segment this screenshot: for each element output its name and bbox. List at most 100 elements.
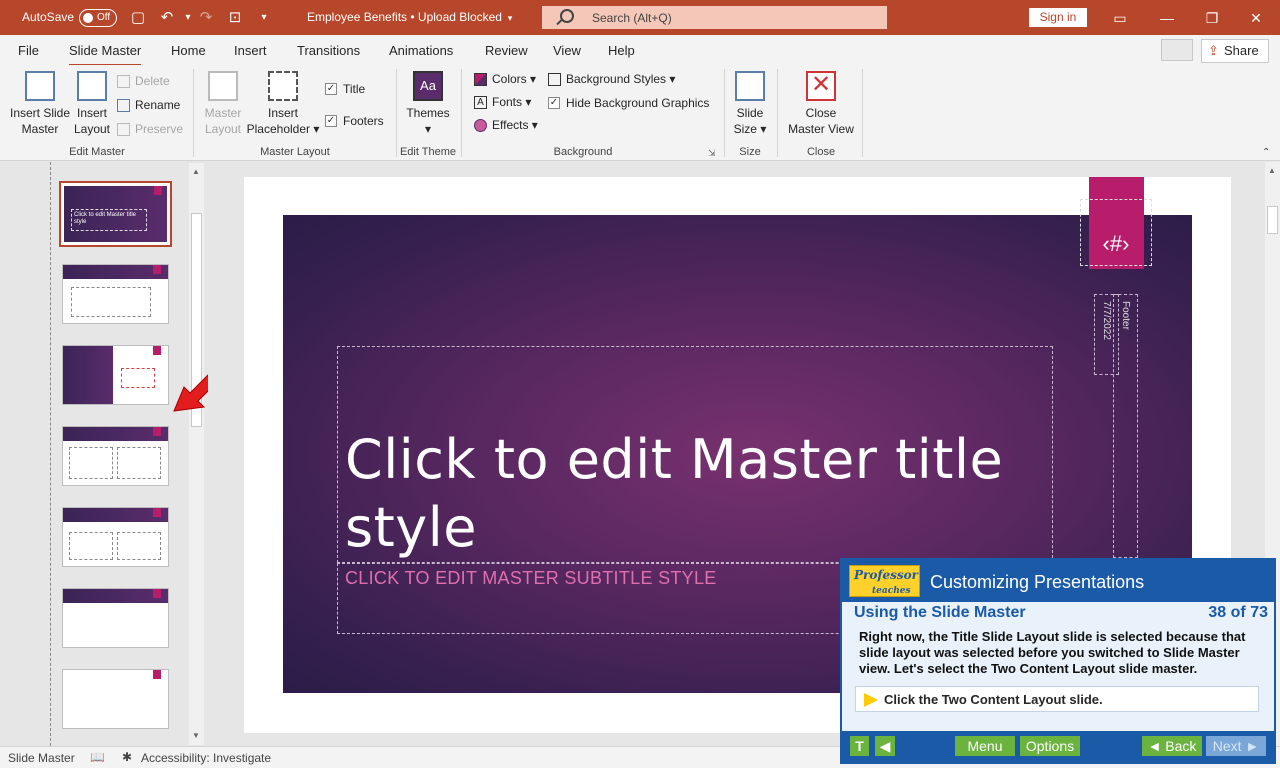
insert-placeholder-button[interactable]: Insert Placeholder ▾ <box>246 71 320 137</box>
layout-icon <box>77 71 107 101</box>
slide-size-button[interactable]: Slide Size ▾ <box>730 71 770 137</box>
audio-button[interactable]: ◀ <box>875 736 895 756</box>
scrollbar-thumb[interactable] <box>1267 206 1278 234</box>
thumb-layout-blank[interactable] <box>62 669 169 729</box>
title-bar: AutoSave Off ▢ ↶ ▾ ↷ ⊡ ▾ Employee Benefi… <box>0 0 1280 35</box>
search-input[interactable]: Search (Alt+Q) <box>542 6 887 29</box>
thumb-layout-title-only[interactable] <box>62 588 169 648</box>
tab-file[interactable]: File <box>18 43 39 58</box>
check-icon: ✓ <box>548 97 560 109</box>
master-layout-button[interactable]: Master Layout <box>202 71 244 137</box>
thumbnail-tree-line <box>50 162 51 746</box>
close-icon[interactable]: ✕ <box>1246 8 1266 28</box>
scroll-up-icon[interactable]: ▲ <box>192 167 200 176</box>
group-divider <box>777 69 778 157</box>
customize-toolbar-icon[interactable]: ▾ <box>254 8 274 28</box>
preserve-icon <box>117 123 130 136</box>
scroll-up-icon[interactable]: ▲ <box>1268 166 1276 175</box>
thumb-number-tag <box>153 670 161 679</box>
group-label-edit-theme: Edit Theme <box>399 146 457 158</box>
footer-text: Footer <box>1120 301 1131 330</box>
fonts-icon: A <box>474 96 487 109</box>
sign-in-button[interactable]: Sign in <box>1029 8 1087 27</box>
thumb-layout-title-content[interactable] <box>62 264 169 324</box>
accessibility-status[interactable]: Accessibility: Investigate <box>141 751 271 765</box>
save-icon[interactable]: ▢ <box>128 8 148 28</box>
thumb-layout-comparison[interactable] <box>62 507 169 567</box>
chevron-down-icon: ▾ <box>310 122 320 136</box>
options-button[interactable]: Options <box>1020 736 1080 756</box>
themes-button[interactable]: Aa Themes ▾ <box>403 71 453 137</box>
menu-button[interactable]: Menu <box>955 736 1015 756</box>
hide-background-graphics-checkbox[interactable]: ✓ Hide Background Graphics <box>548 96 709 110</box>
autosave-toggle[interactable]: Off <box>79 9 117 27</box>
tab-transitions[interactable]: Transitions <box>297 43 360 58</box>
thumb-number-tag <box>153 589 161 598</box>
insert-layout-button[interactable]: Insert Layout <box>72 71 112 137</box>
group-label-background: Background <box>553 146 613 158</box>
dialog-launcher-icon[interactable]: ⇲ <box>708 148 716 159</box>
restore-icon[interactable]: ❐ <box>1202 8 1222 28</box>
undo-dropdown-icon[interactable]: ▾ <box>178 8 198 28</box>
master-title-text[interactable]: Click to edit Master title style <box>345 426 1045 562</box>
scroll-down-icon[interactable]: ▼ <box>192 731 200 740</box>
effects-icon <box>474 119 487 132</box>
undo-icon[interactable]: ↶ <box>157 8 177 28</box>
tutorial-header: Professor teaches Customizing Presentati… <box>842 560 1274 602</box>
comments-button[interactable] <box>1161 39 1193 61</box>
background-styles-button[interactable]: Background Styles ▾ <box>548 72 675 86</box>
thumb-number-tag <box>153 508 161 517</box>
tab-help[interactable]: Help <box>608 43 635 58</box>
check-icon: ✓ <box>325 115 337 127</box>
delete-button[interactable]: Delete <box>117 74 170 88</box>
themes-icon: Aa <box>413 71 443 101</box>
slide-number-placeholder[interactable]: ‹#› <box>1080 199 1152 266</box>
tab-insert[interactable]: Insert <box>234 43 267 58</box>
insert-slide-master-button[interactable]: Insert Slide Master <box>8 71 72 137</box>
tab-view[interactable]: View <box>553 43 581 58</box>
document-title[interactable]: Employee Benefits • Upload Blocked <box>307 10 502 24</box>
minimize-icon[interactable]: — <box>1157 8 1177 28</box>
rename-button[interactable]: Rename <box>117 98 180 112</box>
thumb-layout-section-header[interactable] <box>62 345 169 405</box>
text-toggle-button[interactable]: T <box>850 736 869 756</box>
share-button[interactable]: Share <box>1201 39 1269 63</box>
thumb-layout-two-content[interactable] <box>62 426 169 486</box>
fonts-button[interactable]: A Fonts ▾ <box>474 95 531 109</box>
footers-checkbox[interactable]: ✓ Footers <box>325 114 384 128</box>
preserve-button[interactable]: Preserve <box>117 122 183 136</box>
collapse-ribbon-icon[interactable]: ⌃ <box>1262 147 1270 158</box>
thumb-content-box <box>121 368 155 388</box>
colors-button[interactable]: Colors ▾ <box>474 72 536 86</box>
rename-icon <box>117 99 130 112</box>
thumb-slide-master[interactable]: Click to edit Master title style <box>59 181 172 247</box>
tab-review[interactable]: Review <box>485 43 528 58</box>
footer-placeholder[interactable]: Footer <box>1113 294 1138 558</box>
group-divider <box>396 69 397 157</box>
slide-master-icon <box>25 71 55 101</box>
redo-icon[interactable]: ↷ <box>196 8 216 28</box>
instruction-text: Click the Two Content Layout slide. <box>884 692 1103 707</box>
lesson-progress: 38 of 73 <box>1208 604 1268 621</box>
next-button[interactable]: Next ► <box>1206 736 1266 756</box>
tutorial-panel: Professor teaches Customizing Presentati… <box>840 558 1276 764</box>
tutorial-instruction: Click the Two Content Layout slide. <box>855 686 1259 712</box>
title-checkbox[interactable]: ✓ Title <box>325 82 365 96</box>
ribbon-display-icon[interactable]: ▭ <box>1110 8 1130 28</box>
group-label-close: Close <box>806 146 836 158</box>
master-subtitle-text[interactable]: CLICK TO EDIT MASTER SUBTITLE STYLE <box>345 568 717 589</box>
effects-button[interactable]: Effects ▾ <box>474 118 538 132</box>
chevron-down-icon[interactable]: ▾ <box>500 8 520 28</box>
tab-home[interactable]: Home <box>171 43 206 58</box>
back-button[interactable]: ◄ Back <box>1142 736 1202 756</box>
paint-bucket-icon <box>548 73 561 86</box>
view-mode-label: Slide Master <box>8 751 75 765</box>
spellcheck-icon[interactable]: 📖 <box>90 750 105 764</box>
tab-animations[interactable]: Animations <box>389 43 453 58</box>
close-master-view-button[interactable]: ✕ Close Master View <box>786 71 856 137</box>
present-icon[interactable]: ⊡ <box>225 8 245 28</box>
tab-slide-master[interactable]: Slide Master <box>69 43 142 67</box>
close-master-icon: ✕ <box>806 71 836 101</box>
master-layout-icon <box>208 71 238 101</box>
thumbnails-scrollbar[interactable]: ▲ ▼ <box>189 163 204 745</box>
